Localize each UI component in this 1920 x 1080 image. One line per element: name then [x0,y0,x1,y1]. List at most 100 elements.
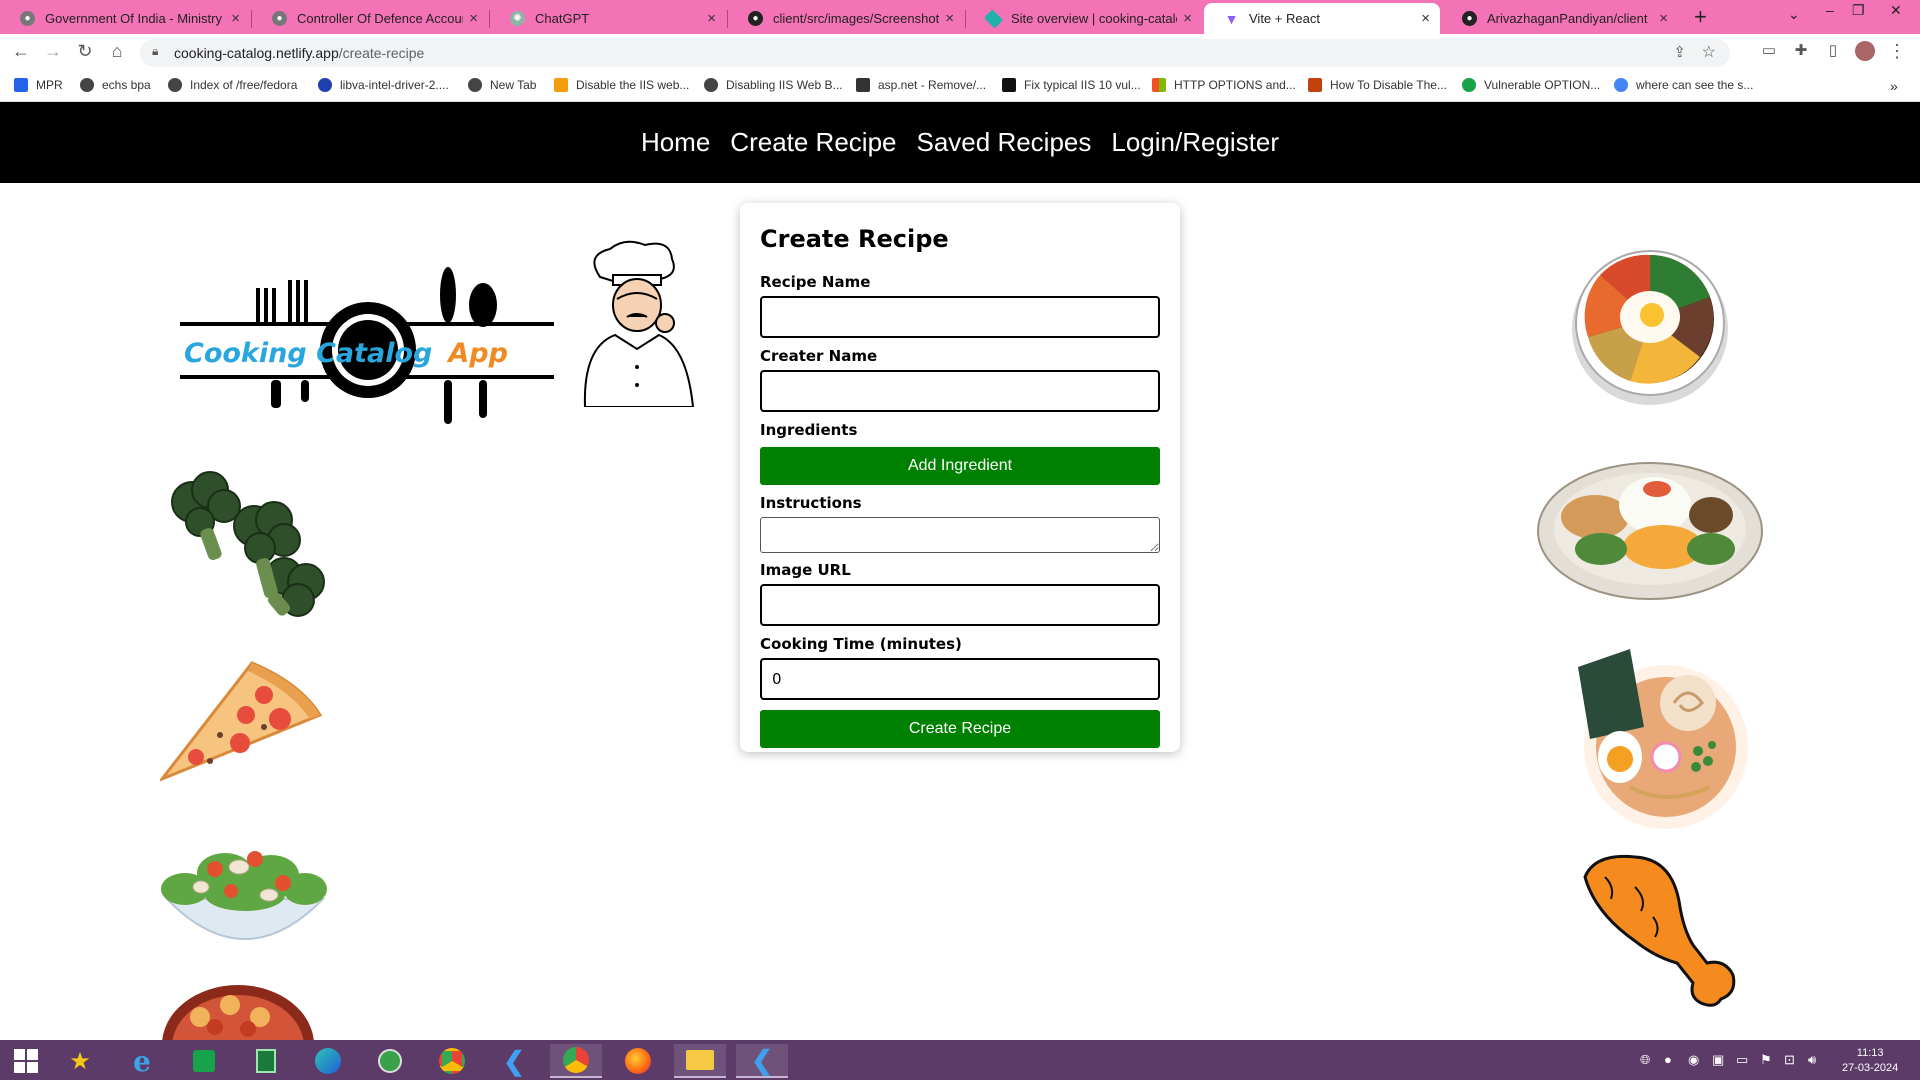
chrome-icon[interactable] [426,1044,478,1078]
share-icon[interactable]: ⇪ [1673,43,1686,61]
tab-search-icon[interactable]: ⌄ [1788,6,1800,23]
add-ingredient-button[interactable]: Add Ingredient [760,447,1160,485]
close-icon[interactable]: × [231,10,240,27]
bookmark-item[interactable]: Disabling IIS Web B... [704,78,843,92]
bookmark-item[interactable]: echs bpa [80,78,151,92]
app-logo: Cooking Catalog App [178,260,558,430]
cooking-time-input[interactable] [760,658,1160,700]
close-window-icon[interactable]: ✕ [1890,2,1902,19]
bookmark-item[interactable]: where can see the s... [1614,78,1753,92]
browser-tab[interactable]: ✺ ChatGPT × [490,3,726,34]
github-icon: ● [1462,11,1477,26]
forward-icon[interactable]: → [42,41,64,62]
globe-icon: ● [20,11,35,26]
address-bar[interactable]: 🔒︎ cooking-catalog.netlify.app/create-re… [140,39,1730,67]
tab-title: ChatGPT [535,11,590,26]
bookmark-item[interactable]: Vulnerable OPTION... [1462,78,1600,92]
fried-chicken-image [1583,854,1736,1007]
bookmark-item[interactable]: How To Disable The... [1308,78,1447,92]
windows-start-icon[interactable] [0,1044,52,1078]
new-tab-icon[interactable]: + [1694,4,1707,30]
broccoli-image [171,471,325,617]
web-page: Home Create Recipe Saved Recipes Login/R… [0,102,1920,1040]
bibimbap-bowl-image [1572,250,1728,405]
close-icon[interactable]: × [1659,10,1668,27]
image-url-label: Image URL [760,561,851,579]
tab-title: client/src/images/Screenshot.pn [773,11,940,26]
vscode-icon[interactable]: ❮ [488,1044,540,1078]
instructions-textarea[interactable] [760,517,1160,553]
browser-tab[interactable]: ● client/src/images/Screenshot.pn × [728,3,964,34]
bookmark-item[interactable]: New Tab [468,78,536,92]
bookmark-item[interactable]: HTTP OPTIONS and... [1152,78,1296,92]
chrome-tray-icon[interactable]: ● [1664,1052,1672,1067]
reload-icon[interactable]: ↻ [74,41,96,62]
internet-explorer-icon[interactable]: e [116,1044,168,1078]
bookmark-item[interactable]: asp.net - Remove/... [856,78,986,92]
flag-tray-icon[interactable]: ⚑ [1760,1052,1772,1068]
navbar: Home Create Recipe Saved Recipes Login/R… [0,102,1920,183]
nav-home[interactable]: Home [641,127,710,158]
bookmark-item[interactable]: Index of /free/fedora [168,78,297,92]
avatar[interactable] [1854,41,1876,66]
browser-tab[interactable]: ● ArivazhaganPandiyan/client × [1442,3,1678,34]
browser-tab[interactable]: Site overview | cooking-catalog | × [966,3,1202,34]
extensions-icon[interactable]: ✚ [1790,41,1812,59]
nav-create-recipe[interactable]: Create Recipe [730,127,896,158]
browser-tab-active[interactable]: ▼ Vite + React × [1204,3,1440,34]
favorites-star-icon[interactable]: ★ [54,1044,106,1078]
chatgpt-icon: ✺ [510,11,525,26]
sidepanel-icon[interactable]: ▯ [1822,41,1844,59]
bookmark-star-icon[interactable]: ☆ [1702,42,1716,62]
wifi-tray-icon[interactable]: ⊡ [1784,1052,1795,1068]
xbox-icon[interactable] [364,1044,416,1078]
app-tray-icon[interactable]: ▣ [1712,1052,1724,1068]
bookmark-item[interactable]: libva-intel-driver-2.... [318,78,449,92]
edge-icon[interactable] [302,1044,354,1078]
url-text[interactable]: cooking-catalog.netlify.app/create-recip… [174,45,424,61]
salad-bowl-image [161,851,327,940]
minimize-icon[interactable]: – [1826,2,1834,18]
telegram-tray-icon[interactable]: ◉ [1688,1052,1699,1068]
drive-tray-icon[interactable]: ▭ [1736,1052,1748,1068]
bookmark-item[interactable]: Disable the IIS web... [554,78,689,92]
vscode-active-icon[interactable]: ❮ [736,1044,788,1078]
creator-name-input[interactable] [760,370,1160,412]
lock-icon: 🔒︎ [152,44,159,58]
network-globe-icon[interactable]: 🌐︎ [1640,1052,1650,1068]
nav-login-register[interactable]: Login/Register [1111,127,1279,158]
calculator-icon[interactable] [240,1044,292,1078]
close-icon[interactable]: × [469,10,478,27]
system-clock[interactable]: 11:13 27-03-2024 [1842,1046,1898,1076]
store-icon[interactable] [178,1044,230,1078]
chrome-active-icon[interactable] [550,1044,602,1078]
cooking-time-label: Cooking Time (minutes) [760,635,962,653]
create-recipe-button[interactable]: Create Recipe [760,710,1160,748]
tab-title: ArivazhaganPandiyan/client [1487,11,1648,26]
bookmark-item[interactable]: MPR [14,78,63,92]
firefox-icon[interactable] [612,1044,664,1078]
home-icon[interactable]: ⌂ [106,41,128,62]
close-icon[interactable]: × [1183,10,1192,27]
back-icon[interactable]: ← [10,41,32,62]
volume-icon[interactable]: 🔊︎ [1808,1052,1816,1068]
browser-tab[interactable]: ● Controller Of Defence Accounts × [252,3,488,34]
netlify-icon [983,8,1004,29]
browser-tab[interactable]: ● Government Of India - Ministry o × [0,3,250,34]
create-recipe-form: Create Recipe Recipe Name Creater Name I… [740,203,1180,752]
close-icon[interactable]: × [707,10,716,27]
file-explorer-icon[interactable] [674,1044,726,1078]
close-icon[interactable]: × [945,10,954,27]
ramen-bowl-image [1578,649,1748,829]
more-bookmarks-icon[interactable]: » [1890,78,1898,94]
cast-icon[interactable]: ▭ [1758,41,1780,59]
image-url-input[interactable] [760,584,1160,626]
restore-icon[interactable]: ❐ [1852,2,1865,19]
creator-name-label: Creater Name [760,347,878,365]
recipe-name-input[interactable] [760,296,1160,338]
bookmark-item[interactable]: Fix typical IIS 10 vul... [1002,78,1141,92]
close-icon[interactable]: × [1421,10,1430,27]
nav-saved-recipes[interactable]: Saved Recipes [917,127,1092,158]
browser-toolbar: ← → ↻ ⌂ 🔒︎ cooking-catalog.netlify.app/c… [0,34,1920,70]
menu-icon[interactable]: ⋮ [1886,41,1908,62]
